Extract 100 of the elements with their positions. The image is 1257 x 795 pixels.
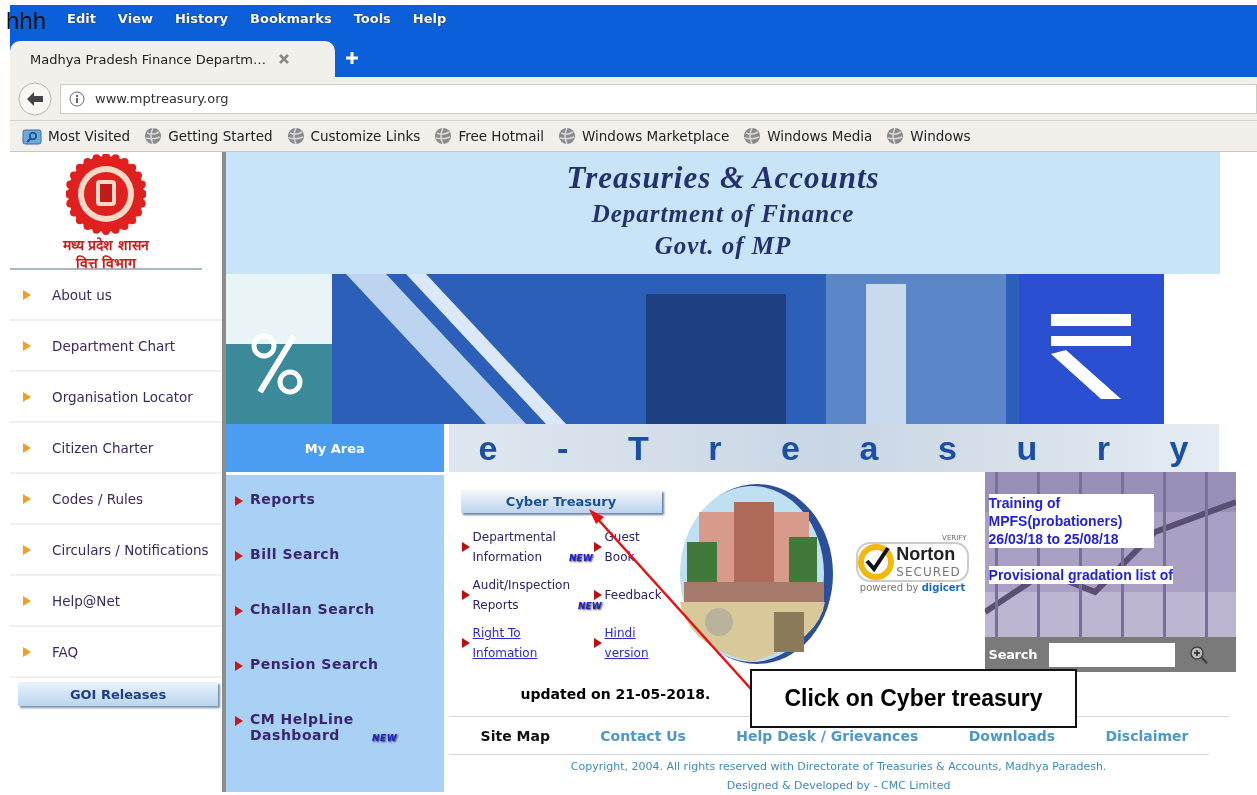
menu-item[interactable]: Tools (353, 11, 391, 26)
news-item[interactable]: Provisional gradation list of (988, 566, 1173, 584)
triangle-icon (234, 660, 244, 672)
address-bar[interactable]: www.mptreasury.org (60, 83, 1257, 114)
triangle-icon (22, 492, 32, 505)
callout-box: Click on Cyber treasury (750, 669, 1077, 728)
checkmark-icon (858, 544, 895, 580)
sidebar-item[interactable]: About us (10, 270, 222, 321)
banner-letter: r (1096, 428, 1110, 468)
link[interactable]: Audit/Inspection Reports (472, 575, 571, 615)
new-label: NEW (578, 601, 602, 611)
menu-item[interactable]: Help (412, 11, 447, 26)
globe-icon (144, 127, 163, 145)
sidebar-item[interactable]: Circulars / Notifications (10, 525, 222, 576)
triangle-icon (234, 715, 244, 727)
sidebar-item[interactable]: FAQ (10, 627, 222, 678)
globe-icon (557, 127, 576, 145)
copyright-text: Designed & Developed by - CMC Limited (726, 778, 951, 794)
brand-name: Norton (896, 544, 957, 565)
triangle-icon (460, 589, 471, 601)
zoom-in-icon[interactable] (1189, 644, 1210, 665)
link[interactable]: Departmental Information (472, 527, 561, 567)
logo-text: मध्य प्रदेश शासन (62, 236, 150, 254)
brand-name: digicert (921, 582, 966, 593)
link[interactable]: Feedback (604, 585, 662, 605)
triangle-icon (234, 605, 244, 617)
banner-letter: T (627, 428, 649, 468)
bookmark-link[interactable]: Most Visited (48, 128, 131, 144)
banner-letter: u (1016, 428, 1038, 468)
banner-letter: r (708, 428, 722, 468)
globe-icon (434, 127, 453, 145)
menu-link[interactable]: Challan Search (250, 601, 375, 617)
new-label: NEW (372, 733, 398, 743)
bookmark-link[interactable]: Free Hotmail (458, 128, 544, 144)
bookmark-link[interactable]: Windows Media (767, 128, 873, 144)
link[interactable]: Hindi version (604, 623, 665, 663)
bookmark-link[interactable]: Getting Started (168, 128, 273, 144)
sidebar-item[interactable]: Help@Net (10, 576, 222, 627)
norton-seal[interactable]: Norton SECURED (856, 542, 969, 582)
sidebar-item[interactable]: Department Chart (10, 321, 222, 372)
copyright-text: Copyright, 2004. All rights reserved with Directorate of Treasuries & Accounts, Madhya Paradesh. (570, 759, 1107, 775)
header-title: Treasuries & Accounts (566, 160, 880, 196)
banner-letter: y (1169, 428, 1189, 468)
banner-letter: a (859, 428, 879, 468)
info-icon[interactable] (69, 90, 85, 107)
powered-by-text: powered by (859, 582, 920, 593)
secured-label: SECURED (896, 565, 961, 580)
bookmark-link[interactable]: Customize Links (310, 128, 421, 144)
menu-link[interactable]: Bill Search (250, 546, 340, 562)
url-text: www.mptreasury.org (95, 91, 229, 106)
link[interactable]: Right To Infomation (472, 623, 545, 663)
browser-tab[interactable]: Madhya Pradesh Finance Departm… (10, 41, 335, 77)
new-tab-icon[interactable] (345, 51, 359, 65)
menu-link[interactable]: CM HelpLine Dashboard (250, 711, 360, 743)
menu-item[interactable]: Edit (67, 11, 96, 26)
footer-link[interactable]: Site Map (480, 727, 550, 744)
triangle-icon (592, 589, 603, 601)
menu-item[interactable]: View (117, 11, 153, 26)
search-label: Search (988, 647, 1038, 662)
updated-text: updated on 21-05-2018. (520, 686, 711, 702)
menu-link[interactable]: Pension Search (250, 656, 379, 672)
banner-letter: e (781, 428, 800, 468)
sidebar-item[interactable]: Codes / Rules (10, 474, 222, 525)
banner-letter: - (557, 428, 569, 468)
menu-item[interactable]: Bookmarks (250, 11, 332, 26)
close-icon[interactable] (278, 53, 290, 65)
sidebar-item[interactable]: Citizen Charter (10, 423, 222, 474)
triangle-icon (22, 288, 32, 301)
header-title: Govt. of MP (654, 232, 792, 260)
tab-title: Madhya Pradesh Finance Departm… (30, 51, 266, 67)
banner-letter: s (937, 428, 957, 468)
triangle-icon (234, 550, 244, 562)
goi-releases-button[interactable]: GOI Releases (18, 682, 218, 706)
back-button[interactable] (18, 81, 52, 116)
triangle-icon (234, 495, 244, 507)
folder-search-icon (22, 126, 42, 146)
sidebar-item[interactable]: Organisation Locator (10, 372, 222, 423)
bookmark-link[interactable]: Windows (910, 128, 971, 144)
bookmark-link[interactable]: Windows Marketplace (581, 128, 730, 144)
globe-icon (743, 127, 762, 145)
new-label: NEW (568, 553, 593, 563)
banner-letter: e (478, 428, 498, 468)
triangle-icon (22, 441, 32, 454)
triangle-icon (22, 390, 32, 403)
triangle-icon (460, 637, 471, 649)
triangle-icon (22, 543, 32, 556)
cyber-treasury-button[interactable]: Cyber Treasury (460, 490, 662, 513)
triangle-icon (592, 637, 603, 649)
globe-icon (886, 127, 905, 145)
search-field[interactable] (1049, 642, 1176, 667)
triangle-icon (592, 541, 603, 553)
menu-link[interactable]: Reports (250, 491, 316, 507)
triangle-icon (460, 541, 471, 553)
globe-icon (286, 127, 305, 145)
triangle-icon (22, 594, 32, 607)
news-item[interactable]: Training of MPFS(probationers) 26/03/18 to 25/08/18 (988, 494, 1154, 548)
triangle-icon (22, 339, 32, 352)
triangle-icon (22, 645, 32, 658)
menu-item[interactable]: History (175, 11, 229, 26)
logo-text: वित्त विभाग (75, 254, 137, 272)
